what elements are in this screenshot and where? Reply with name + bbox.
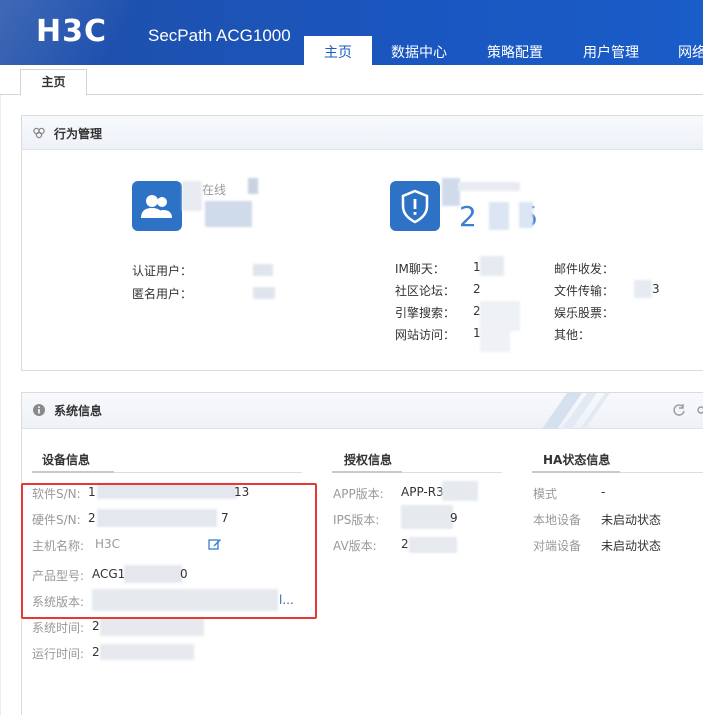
- blur-block: [182, 181, 202, 211]
- refresh-icon[interactable]: [672, 403, 686, 417]
- behavior-panel: 行为管理 在线 2 0 5 认证用户： 匿名用户： IM聊天： 1 社区论坛： …: [21, 115, 703, 371]
- blur-block: [401, 505, 453, 529]
- security-stat-icon-box: [390, 181, 440, 231]
- system-panel-header: 系统信息: [22, 393, 703, 429]
- blur-block: [442, 481, 478, 501]
- left-border: [0, 95, 1, 715]
- ips-version-label: IPS版本:: [333, 513, 380, 527]
- blur-block: [100, 618, 204, 636]
- nav-home[interactable]: 主页: [304, 36, 372, 65]
- users-group-icon: [33, 127, 45, 139]
- settings-icon[interactable]: [694, 403, 703, 417]
- forum-label: 社区论坛：: [395, 284, 456, 298]
- peer-device-label: 对端设备: [533, 539, 582, 553]
- av-version-label: AV版本:: [333, 539, 377, 553]
- file-transfer-value: 3: [652, 282, 660, 296]
- system-time-value: 2: [92, 619, 100, 633]
- nav-policy-config[interactable]: 策略配置: [466, 36, 564, 65]
- anon-user-label: 匿名用户：: [132, 287, 193, 301]
- top-bar: H3C SecPath ACG1000 主页 数据中心 策略配置 用户管理 网络: [0, 0, 703, 65]
- device-info-divider: [114, 472, 302, 473]
- blur-block: [100, 644, 194, 660]
- app-version-value: APP-R3: [401, 485, 444, 499]
- behavior-panel-header: 行为管理: [22, 116, 703, 150]
- device-info-underline: [32, 471, 114, 473]
- product-name: SecPath ACG1000: [148, 26, 291, 45]
- blur-block: [480, 326, 510, 352]
- auth-user-label: 认证用户：: [132, 264, 193, 278]
- system-panel-title: 系统信息: [54, 404, 103, 418]
- blur-block: [480, 256, 504, 276]
- local-device-label: 本地设备: [533, 513, 582, 527]
- nav-network[interactable]: 网络: [658, 36, 703, 65]
- nav-user-management[interactable]: 用户管理: [564, 36, 658, 65]
- im-chat-label: IM聊天：: [395, 262, 445, 276]
- blur-block: [253, 264, 273, 276]
- app-version-label: APP版本:: [333, 487, 384, 501]
- forum-value: 2: [473, 282, 481, 296]
- online-count-blurred: [205, 201, 252, 227]
- local-device-value: 未启动状态: [601, 513, 662, 527]
- behavior-panel-title: 行为管理: [54, 127, 103, 141]
- blur-block: [409, 537, 457, 553]
- system-time-label: 系统时间:: [32, 621, 85, 635]
- av-version-value: 2: [401, 537, 409, 551]
- info-icon: [33, 404, 45, 416]
- main-nav: 主页 数据中心 策略配置 用户管理 网络: [304, 36, 703, 65]
- entertainment-label: 娱乐股票：: [554, 306, 615, 320]
- ha-mode-label: 模式: [533, 487, 558, 501]
- ha-mode-value: -: [601, 485, 606, 499]
- device-info-heading: 设备信息: [42, 453, 91, 467]
- blur-block: [489, 202, 509, 230]
- users-stat-icon-box: [132, 181, 182, 231]
- tab-strip: 主页: [0, 65, 703, 96]
- license-info-divider: [402, 472, 502, 473]
- blur-block: [253, 287, 275, 299]
- ha-info-heading: HA状态信息: [543, 453, 611, 467]
- header-stripe-decoration: [542, 393, 610, 429]
- file-transfer-label: 文件传输：: [554, 284, 615, 298]
- highlight-box: [21, 483, 317, 619]
- web-label: 网站访问：: [395, 328, 456, 342]
- mail-label: 邮件收发：: [554, 262, 615, 276]
- ha-info-underline: [532, 471, 620, 473]
- nav-data-center[interactable]: 数据中心: [372, 36, 466, 65]
- blur-block: [458, 182, 520, 191]
- online-label: 在线: [202, 183, 227, 197]
- blur-block: [248, 178, 258, 194]
- license-info-underline: [332, 471, 402, 473]
- h3c-logo: H3C: [36, 14, 107, 49]
- ips-version-tail: 9: [450, 511, 458, 525]
- shield-icon: [401, 189, 429, 224]
- tab-home[interactable]: 主页: [20, 69, 87, 96]
- ha-info-divider: [620, 472, 703, 473]
- blur-block: [634, 280, 652, 298]
- search-label: 引擎搜索：: [395, 306, 456, 320]
- uptime-label: 运行时间:: [32, 647, 85, 661]
- peer-device-value: 未启动状态: [601, 539, 662, 553]
- license-info-heading: 授权信息: [344, 453, 393, 467]
- other-label: 其他：: [554, 328, 591, 342]
- blur-block: [519, 202, 533, 228]
- uptime-value: 2: [92, 645, 100, 659]
- users-icon: [141, 195, 172, 218]
